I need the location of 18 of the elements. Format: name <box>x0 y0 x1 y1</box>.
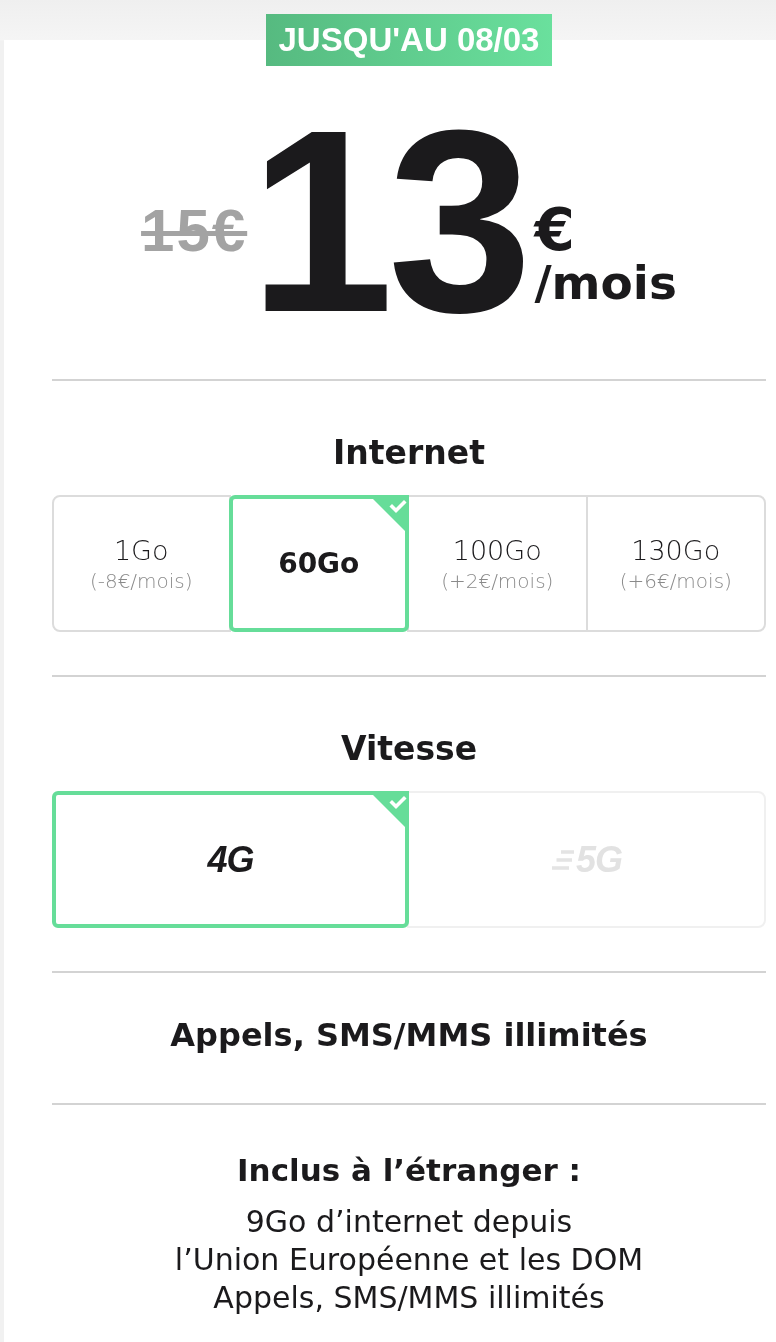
old-price: 15€ <box>141 201 248 262</box>
data-allowance-option[interactable]: 100Go (+2€/mois) <box>407 495 588 632</box>
speed-lines-icon <box>551 849 575 870</box>
data-allowance-option[interactable]: 130Go (+6€/mois) <box>585 495 766 632</box>
network-speed-option[interactable]: 4G <box>52 791 409 928</box>
section-heading: Vitesse <box>340 729 478 769</box>
price-period: /mois <box>534 259 677 306</box>
section-heading: Internet <box>333 433 485 473</box>
feature-heading: Inclus à l’étranger : <box>237 1151 581 1190</box>
promo-badge: JUSQU'AU 08/03 <box>265 14 553 66</box>
feature-line: l’Union Européenne et les DOM <box>174 1241 644 1279</box>
currency-symbol: € <box>534 201 575 259</box>
price-amount: 13 <box>249 116 527 325</box>
data-allowance-option[interactable]: 1Go (-8€/mois) <box>52 495 231 632</box>
feature-line: Appels, SMS/MMS illimités <box>213 1279 605 1317</box>
data-allowance-option[interactable]: 60Go <box>228 495 409 632</box>
feature-line: 9Go d’internet depuis <box>245 1203 573 1241</box>
feature-heading: Appels, SMS/MMS illimités <box>170 1015 648 1055</box>
